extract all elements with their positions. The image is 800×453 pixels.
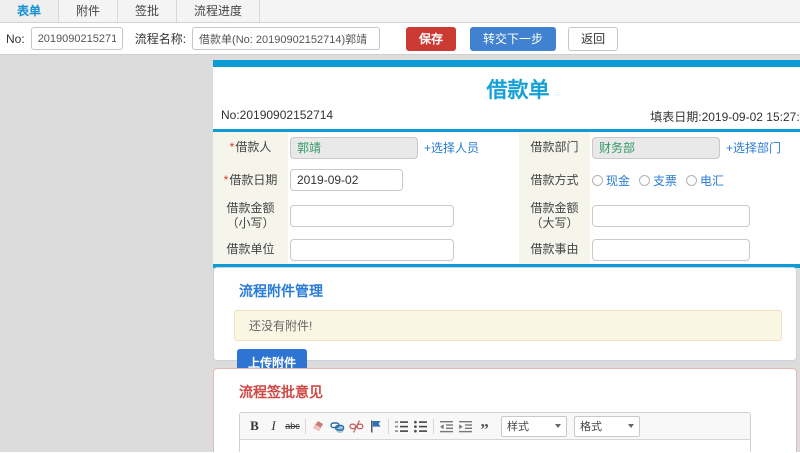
process-name-label: 流程名称:: [134, 32, 187, 46]
remove-format-icon[interactable]: [309, 417, 328, 436]
loan-unit-field: [288, 235, 519, 264]
select-person-link[interactable]: +选择人员: [424, 139, 479, 156]
select-department-link[interactable]: +选择部门: [726, 139, 781, 156]
link-icon[interactable]: [328, 417, 347, 436]
panel-top-accent-bar: [213, 60, 800, 67]
form-title: 借款单: [486, 79, 550, 102]
editor-toolbar: B I abc ” 样式 格式: [240, 413, 750, 440]
amount-lowercase-input[interactable]: [290, 205, 454, 227]
bold-button[interactable]: B: [245, 417, 264, 436]
loan-method-field: 现金 支票 电汇: [590, 163, 800, 197]
blockquote-button[interactable]: ”: [475, 417, 494, 438]
process-name-input[interactable]: [192, 27, 381, 50]
tab-process-progress[interactable]: 流程进度: [177, 0, 261, 22]
loan-reason-field: [590, 235, 800, 264]
approval-opinion-heading: 流程签批意见: [239, 384, 323, 400]
tab-bar: 表单 附件 签批 流程进度: [0, 0, 800, 23]
format-dropdown[interactable]: 格式: [574, 415, 640, 437]
attachments-card: 流程附件管理 还没有附件! 上传附件: [213, 267, 797, 376]
form-date-text: 填表日期:2019-09-02 15:27:14: [650, 110, 800, 124]
amount-lowercase-label: 借款金额（小写）: [213, 197, 288, 235]
toolbar: No: 流程名称: 保存 转交下一步 返回: [0, 23, 800, 55]
toolbar-divider: [433, 418, 434, 434]
styles-dropdown-label: 样式: [507, 421, 529, 433]
form-meta-row: No:20190902152714 填表日期:2019-09-02 15:27:…: [213, 107, 800, 129]
loan-reason-label: 借款事由: [519, 235, 590, 264]
wire-transfer-radio[interactable]: [686, 174, 698, 186]
loan-form-grid: * 借款人 +选择人员 借款部门 +选择部门 * 借款日期: [213, 132, 800, 264]
rich-text-editor: B I abc ” 样式 格式: [239, 412, 751, 452]
amount-uppercase-field: [590, 197, 800, 235]
tab-form[interactable]: 表单: [0, 0, 60, 22]
toolbar-divider: [388, 418, 389, 434]
italic-button[interactable]: I: [264, 417, 283, 436]
outdent-icon[interactable]: [437, 417, 456, 436]
cash-radio-label[interactable]: 现金: [606, 172, 630, 189]
attachments-heading: 流程附件管理: [239, 283, 323, 299]
cheque-radio-label[interactable]: 支票: [653, 172, 677, 189]
back-button[interactable]: 返回: [568, 26, 619, 51]
editor-content-area[interactable]: [240, 440, 750, 452]
styles-dropdown[interactable]: 样式: [501, 415, 567, 437]
loan-unit-input[interactable]: [290, 238, 454, 261]
cash-radio[interactable]: [592, 174, 603, 186]
loan-form-panel: 借款单 No:20190902152714 填表日期:2019-09-02 15…: [213, 60, 800, 268]
approval-opinion-card: 流程签批意见 B I abc ” 样式 格式: [213, 368, 797, 452]
chevron-down-icon: [555, 424, 561, 428]
loan-date-field: [288, 163, 519, 197]
numbered-list-icon[interactable]: [392, 417, 411, 436]
amount-uppercase-label: 借款金额（大写）: [519, 197, 590, 235]
borrower-field: +选择人员: [288, 132, 519, 163]
loan-date-label: * 借款日期: [213, 163, 288, 197]
department-field: +选择部门: [590, 132, 800, 163]
cheque-radio[interactable]: [639, 174, 651, 186]
no-input[interactable]: [30, 27, 123, 50]
tab-approval[interactable]: 签批: [118, 0, 178, 22]
loan-unit-label: 借款单位: [213, 235, 288, 264]
bullet-list-icon[interactable]: [411, 417, 430, 436]
no-label: No:: [6, 31, 25, 46]
unlink-icon[interactable]: [347, 417, 366, 436]
no-attachments-alert: 还没有附件!: [234, 310, 782, 341]
form-no-text: No:20190902152714: [221, 108, 334, 122]
borrower-label: * 借款人: [213, 132, 288, 163]
indent-icon[interactable]: [456, 417, 475, 436]
next-step-button[interactable]: 转交下一步: [470, 26, 557, 51]
save-button[interactable]: 保存: [406, 26, 457, 51]
loan-method-label: 借款方式: [519, 163, 590, 197]
chevron-down-icon: [628, 424, 634, 428]
anchor-flag-icon[interactable]: [366, 417, 385, 436]
department-label: 借款部门: [519, 132, 590, 163]
toolbar-divider: [305, 418, 306, 434]
borrower-input[interactable]: [290, 136, 418, 159]
wire-transfer-radio-label[interactable]: 电汇: [700, 172, 724, 189]
amount-uppercase-input[interactable]: [592, 205, 750, 227]
format-dropdown-label: 格式: [580, 421, 602, 433]
required-asterisk: *: [229, 140, 235, 154]
loan-reason-input[interactable]: [592, 238, 750, 261]
amount-lowercase-field: [288, 197, 519, 235]
content-area: 借款单 No:20190902152714 填表日期:2019-09-02 15…: [0, 55, 800, 452]
required-asterisk: *: [223, 172, 229, 187]
loan-date-input[interactable]: [290, 169, 403, 191]
department-input[interactable]: [592, 136, 720, 159]
tab-attachments[interactable]: 附件: [59, 0, 119, 22]
strikethrough-button[interactable]: abc: [283, 417, 302, 436]
